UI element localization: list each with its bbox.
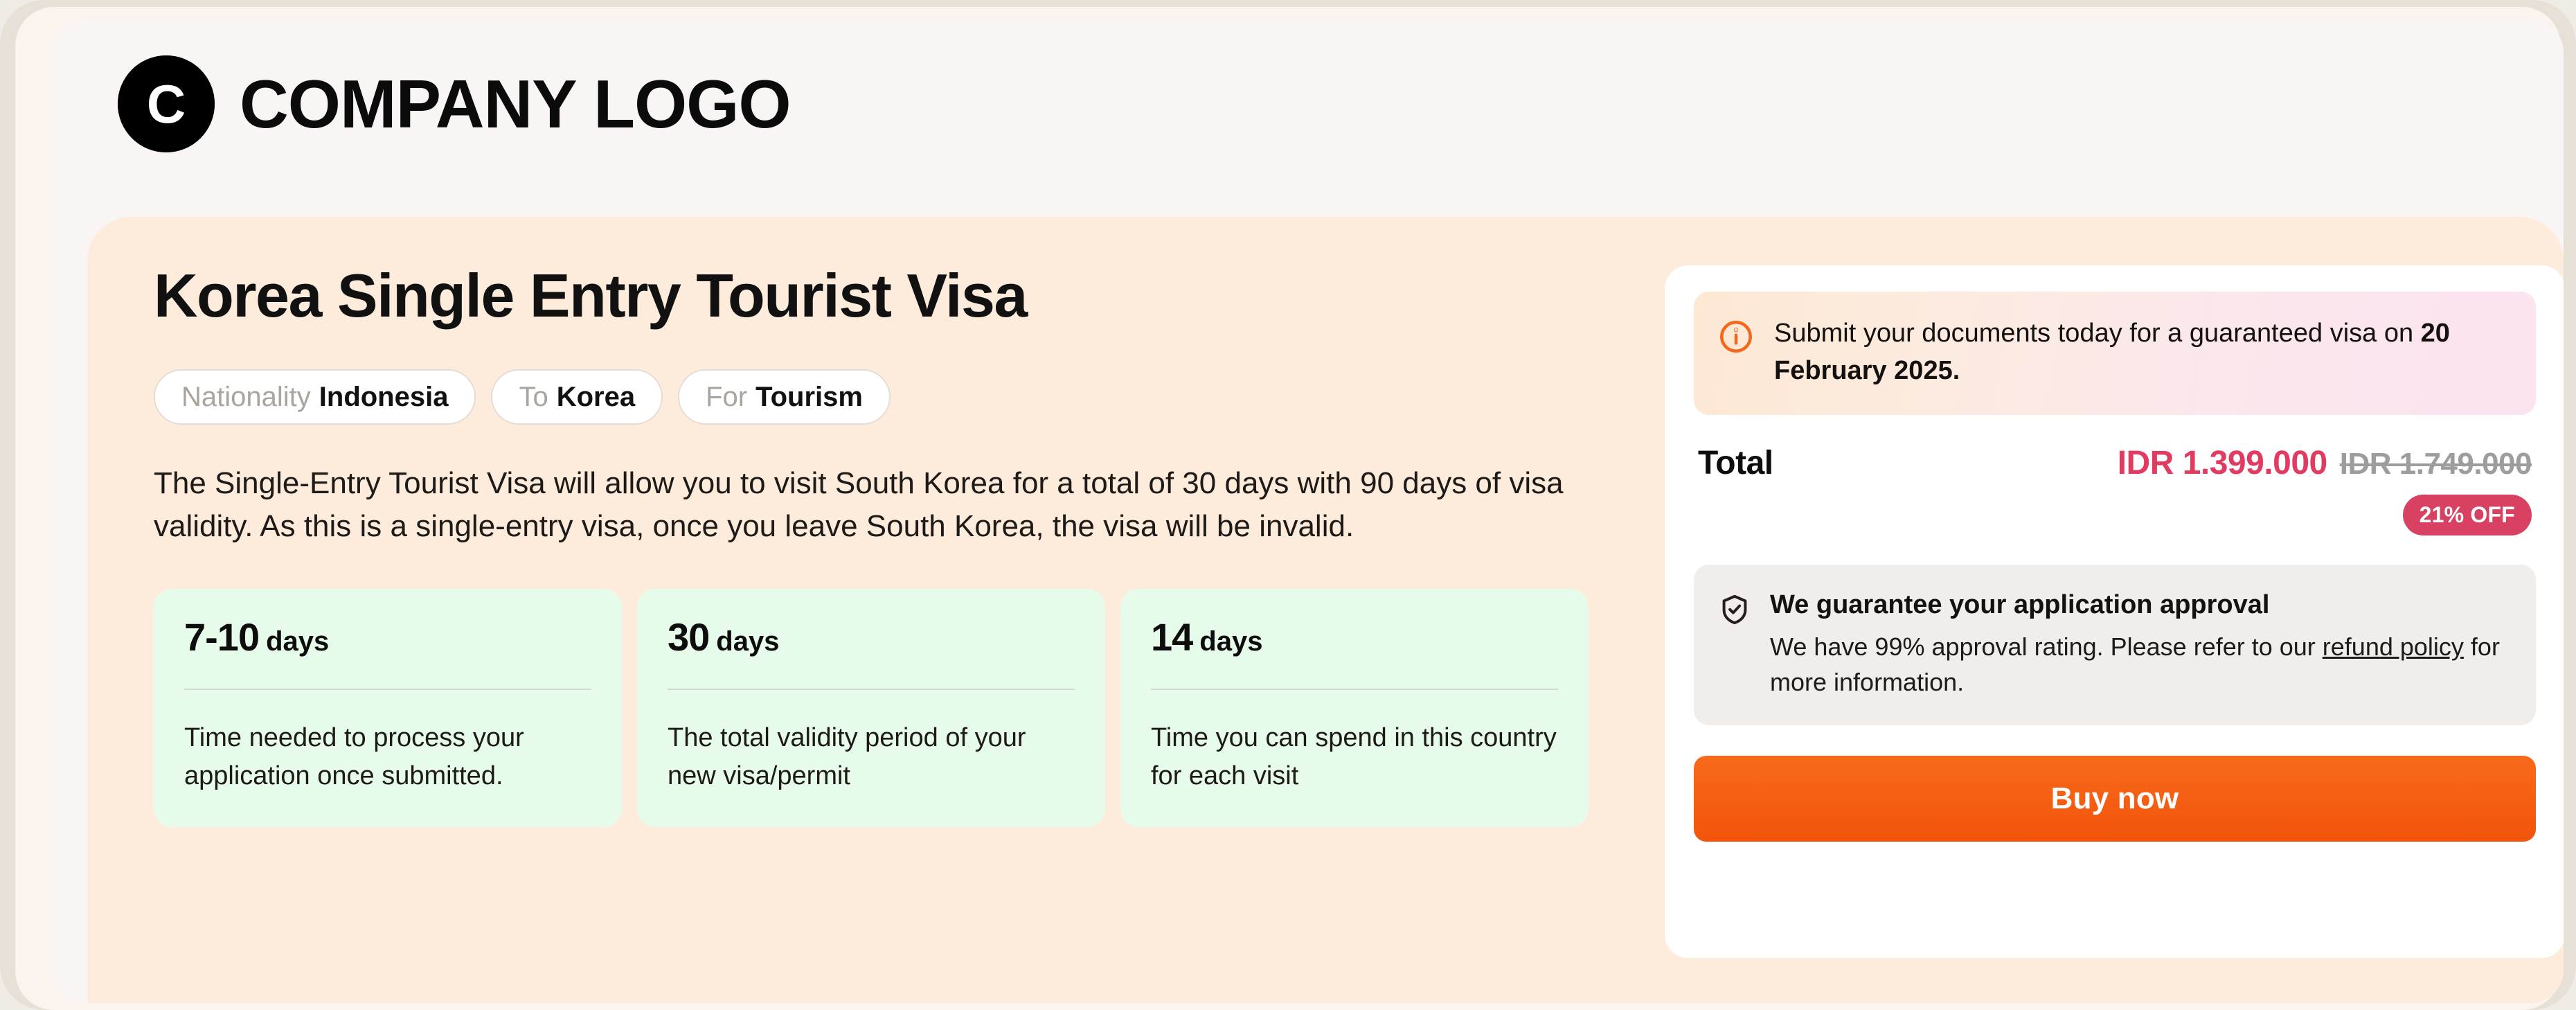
guarantee-body-before: We have 99% approval rating. Please refe… [1770, 632, 2323, 662]
guaranteed-date-alert: Submit your documents today for a guaran… [1694, 292, 2536, 415]
product-description: The Single-Entry Tourist Visa will allow… [154, 466, 1564, 544]
tag-nationality-key: Nationality [181, 382, 311, 412]
stat-description: The total validity period of your new vi… [668, 723, 1026, 791]
purchase-panel: Submit your documents today for a guaran… [1665, 265, 2564, 958]
stat-number: 30 [668, 614, 710, 659]
page-frame: C COMPANY LOGO Korea Single Entry Touris… [0, 0, 2576, 1010]
total-label: Total [1698, 444, 1773, 481]
attribute-tag-row: Nationality Indonesia To Korea For Touri… [154, 369, 1629, 425]
page-inner-background: C COMPANY LOGO Korea Single Entry Touris… [15, 7, 2564, 1010]
stat-unit: days [1199, 626, 1263, 657]
buy-now-button[interactable]: Buy now [1694, 755, 2536, 842]
price-line: IDR 1.399.000 IDR 1.749.000 [2118, 444, 2532, 482]
stat-heading: 14 days [1151, 614, 1558, 659]
stat-card-processing-time: 7-10 days Time needed to process your app… [154, 588, 622, 828]
stat-divider [184, 688, 591, 690]
shield-check-icon [1717, 592, 1752, 630]
stat-number: 14 [1151, 614, 1193, 659]
current-price: IDR 1.399.000 [2117, 444, 2328, 481]
tag-purpose-value: Tourism [755, 382, 863, 412]
stat-card-row: 7-10 days Time needed to process your app… [154, 588, 1629, 828]
brand-header: C COMPANY LOGO [118, 55, 791, 152]
stat-card-stay-duration: 14 days Time you can spend in this countr… [1120, 588, 1589, 828]
stat-unit: days [716, 626, 780, 657]
alert-message: Submit your documents today for a guaran… [1774, 315, 2512, 390]
original-price: IDR 1.749.000 [2339, 446, 2532, 481]
guarantee-text-block: We guarantee your application approval W… [1770, 588, 2511, 700]
stat-card-validity-period: 30 days The total validity period of your… [637, 588, 1105, 828]
total-price-row: Total IDR 1.399.000 IDR 1.749.000 21% OF… [1694, 444, 2536, 535]
stat-number: 7-10 [184, 614, 260, 659]
stat-divider [668, 688, 1075, 690]
circle-c-logo-icon: C [118, 55, 215, 152]
refund-policy-link[interactable]: refund policy [2323, 632, 2464, 661]
tag-nationality-value: Indonesia [319, 382, 449, 412]
approval-guarantee-box: We guarantee your application approval W… [1694, 564, 2536, 725]
tag-destination-key: To [519, 382, 548, 412]
info-circle-icon [1717, 318, 1755, 359]
product-panel: Korea Single Entry Tourist Visa National… [87, 217, 2564, 1003]
tag-nationality[interactable]: Nationality Indonesia [154, 369, 476, 425]
stat-divider [1151, 688, 1558, 690]
product-info-column: Korea Single Entry Tourist Visa National… [154, 261, 1629, 828]
tag-destination[interactable]: To Korea [491, 369, 663, 425]
stat-heading: 30 days [668, 614, 1075, 659]
svg-text:C: C [147, 73, 186, 134]
stat-unit: days [266, 626, 330, 657]
tag-purpose[interactable]: For Tourism [678, 369, 891, 425]
guarantee-body: We have 99% approval rating. Please refe… [1770, 629, 2511, 700]
guarantee-title: We guarantee your application approval [1770, 590, 2270, 619]
alert-message-text: Submit your documents today for a guaran… [1774, 319, 2421, 348]
main-card: C COMPANY LOGO Korea Single Entry Touris… [51, 19, 2564, 1003]
stat-heading: 7-10 days [184, 614, 591, 659]
tag-purpose-key: For [706, 382, 748, 412]
stat-description: Time needed to process your application … [184, 723, 524, 791]
stat-description: Time you can spend in this country for e… [1151, 723, 1557, 791]
brand-name: COMPANY LOGO [240, 66, 791, 142]
price-block: IDR 1.399.000 IDR 1.749.000 21% OFF [2118, 444, 2532, 535]
discount-badge: 21% OFF [2402, 494, 2532, 535]
tag-destination-value: Korea [556, 382, 636, 412]
page-title: Korea Single Entry Tourist Visa [154, 261, 1028, 330]
